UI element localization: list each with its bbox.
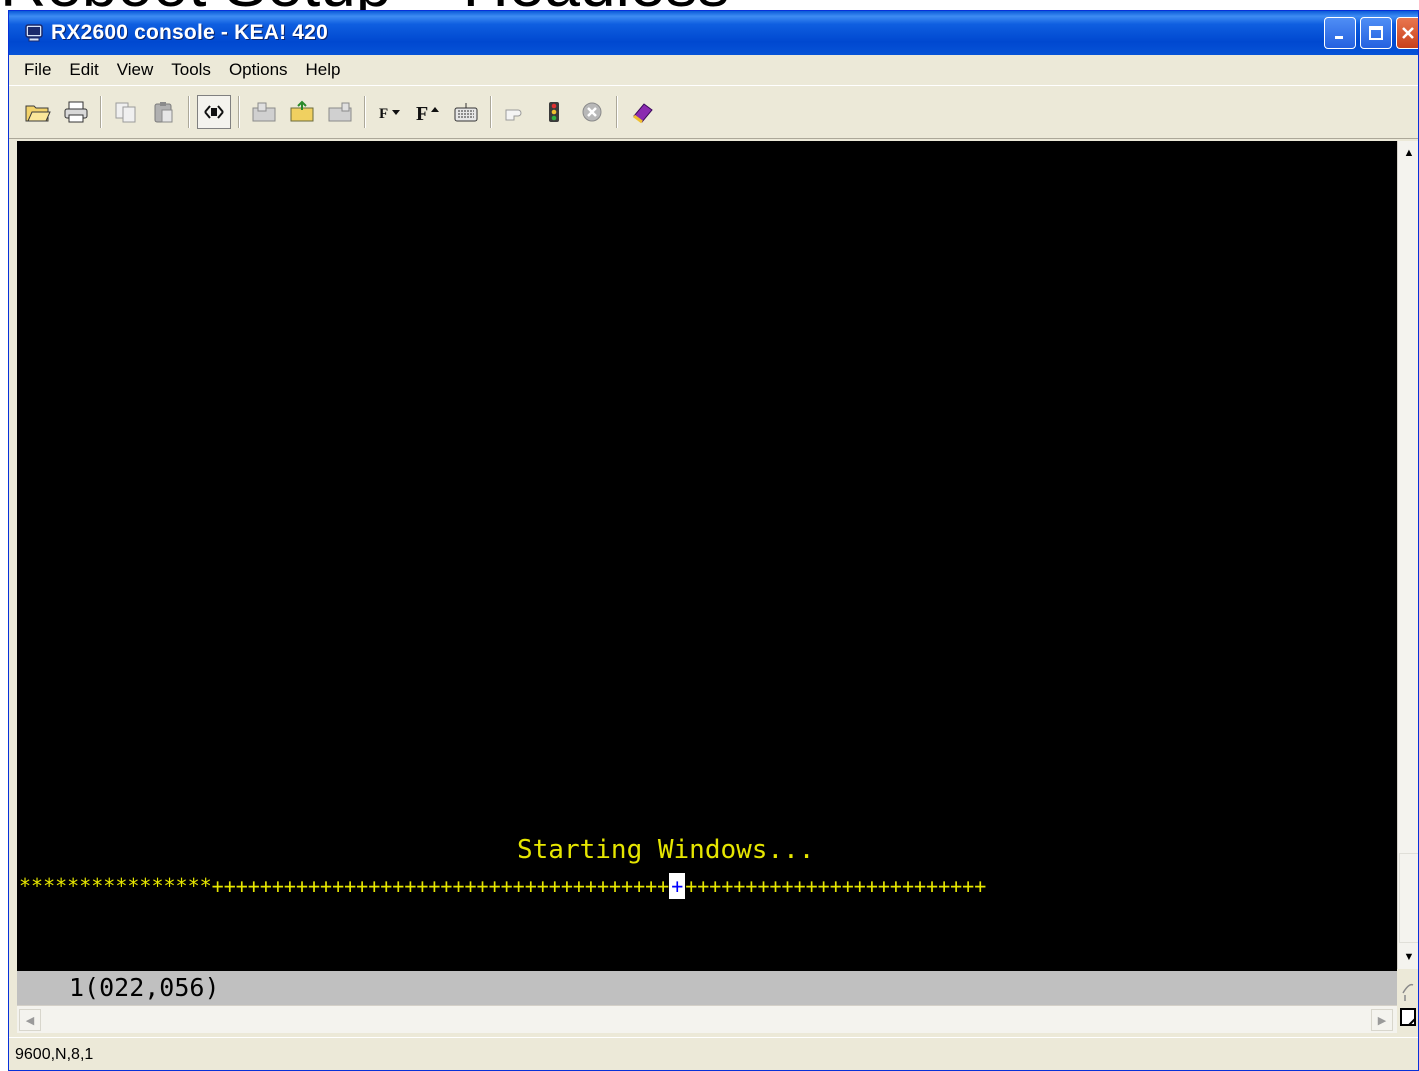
close-button[interactable]: [1396, 17, 1418, 49]
corner-controls: [1397, 971, 1418, 1031]
paste-button[interactable]: [147, 95, 181, 129]
open-button[interactable]: [21, 95, 55, 129]
progress-done-marks: ****************: [19, 874, 212, 898]
pointer-icon: [505, 109, 522, 121]
stop-button[interactable]: [575, 95, 609, 129]
terminal-screen[interactable]: Starting Windows... ****************++++…: [17, 141, 1397, 971]
toolbar-separator: [616, 96, 618, 128]
stop-icon: [582, 102, 602, 122]
boot-progress-bar: ****************++++++++++++++++++++++++…: [19, 873, 1395, 899]
font-larger-button[interactable]: F: [411, 95, 445, 129]
send-file-icon: [252, 102, 276, 122]
send-file-button[interactable]: [247, 95, 281, 129]
maximize-icon: [1369, 26, 1383, 40]
minimize-icon: [1335, 36, 1343, 39]
svg-text:F: F: [379, 106, 388, 122]
help-book-icon: [633, 103, 653, 124]
window-title: RX2600 console - KEA! 420: [51, 21, 328, 44]
status-bar: 9600,N,8,1: [9, 1037, 1418, 1070]
cursor-position: 1(022,056): [69, 973, 220, 1002]
keyboard-button[interactable]: [449, 95, 483, 129]
copy-icon: [115, 102, 136, 123]
font-smaller-icon: F: [379, 106, 400, 122]
toolbar-separator: [490, 96, 492, 128]
minimize-button[interactable]: [1324, 17, 1356, 49]
vertical-scroll-thumb[interactable]: [1399, 853, 1418, 943]
page-icon[interactable]: [1400, 1008, 1416, 1026]
menu-edit[interactable]: Edit: [60, 55, 107, 85]
traffic-light-button[interactable]: [537, 95, 571, 129]
menu-view[interactable]: View: [108, 55, 163, 85]
progress-remaining-left: ++++++++++++++++++++++++++++++++++++++: [211, 874, 670, 898]
terminal-status-line: 1(022,056): [17, 971, 1397, 1005]
scroll-left-arrow-icon[interactable]: ◀: [19, 1009, 41, 1031]
toolbar-separator: [238, 96, 240, 128]
close-icon: [1401, 27, 1414, 39]
menu-bar: File Edit View Tools Options Help: [9, 55, 1418, 85]
toolbar-separator: [364, 96, 366, 128]
title-bar[interactable]: RX2600 console - KEA! 420: [9, 11, 1418, 55]
connect-button[interactable]: [197, 95, 231, 129]
receive-file-icon: [290, 100, 314, 122]
maximize-button[interactable]: [1360, 17, 1392, 49]
progress-remaining-right: +++++++++++++++++++++++++: [685, 874, 987, 898]
keyboard-icon: [454, 103, 478, 122]
print-button[interactable]: [59, 95, 93, 129]
script-icon[interactable]: [1402, 983, 1414, 1001]
terminal-cursor: +: [669, 873, 686, 899]
traffic-light-icon: [549, 102, 559, 122]
connect-icon: [204, 105, 224, 119]
toolbar: F F: [9, 85, 1418, 139]
capture-icon: [328, 102, 352, 122]
toolbar-separator: [188, 96, 190, 128]
paste-icon: [154, 102, 173, 123]
help-button[interactable]: [625, 95, 659, 129]
print-icon: [64, 101, 88, 123]
toolbar-separator: [100, 96, 102, 128]
scroll-down-arrow-icon[interactable]: ▼: [1399, 947, 1418, 967]
capture-button[interactable]: [323, 95, 357, 129]
receive-file-button[interactable]: [285, 95, 319, 129]
menu-help[interactable]: Help: [297, 55, 350, 85]
terminal-app-icon: [23, 22, 45, 44]
console-window: RX2600 console - KEA! 420 File Edit View…: [8, 10, 1419, 1071]
menu-tools[interactable]: Tools: [162, 55, 220, 85]
vertical-scrollbar[interactable]: ▲ ▼: [1397, 141, 1418, 969]
font-smaller-button[interactable]: F: [373, 95, 407, 129]
connection-settings: 9600,N,8,1: [15, 1046, 94, 1063]
font-larger-icon: F: [416, 103, 439, 124]
scroll-right-arrow-icon[interactable]: ▶: [1371, 1009, 1393, 1031]
open-folder-icon: [25, 105, 51, 122]
copy-button[interactable]: [109, 95, 143, 129]
horizontal-scrollbar[interactable]: ◀ ▶: [17, 1005, 1397, 1033]
pointer-button[interactable]: [499, 95, 533, 129]
menu-file[interactable]: File: [15, 55, 60, 85]
svg-text:F: F: [416, 103, 428, 124]
scroll-up-arrow-icon[interactable]: ▲: [1399, 143, 1418, 163]
boot-message: Starting Windows...: [517, 835, 815, 865]
menu-options[interactable]: Options: [220, 55, 297, 85]
